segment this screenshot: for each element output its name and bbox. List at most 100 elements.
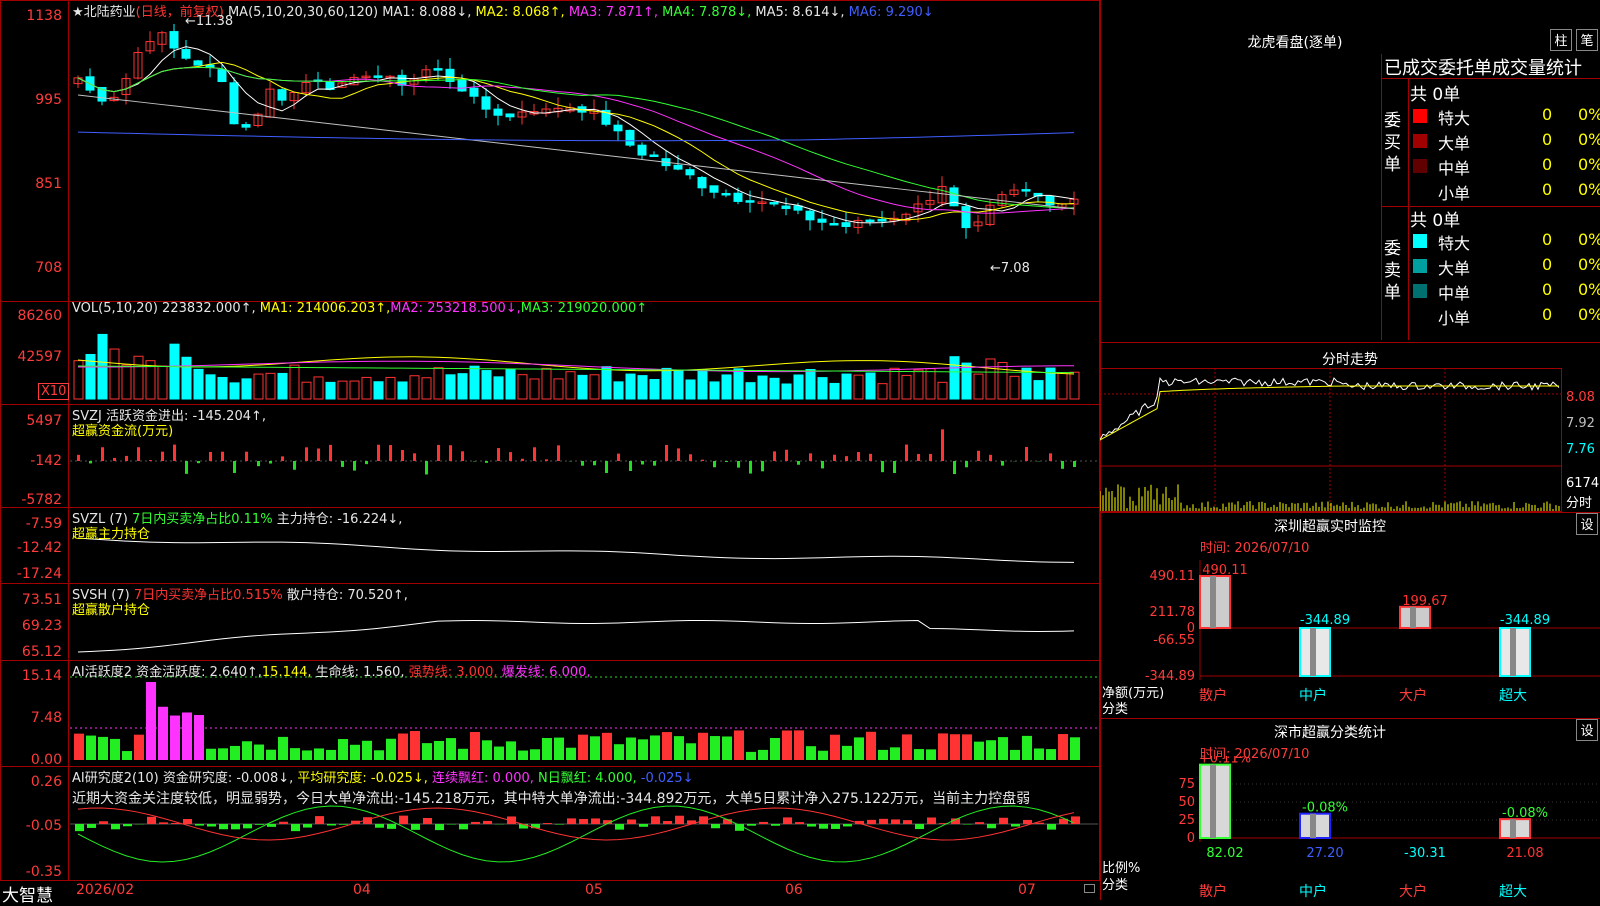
volume-bar (698, 369, 707, 399)
svzj-bar (101, 447, 104, 461)
activity-bar (782, 731, 792, 760)
volume-bar (470, 366, 479, 399)
classify-tick: 0 (1187, 831, 1195, 846)
svzj-bar (365, 461, 368, 464)
tick-mode-button[interactable]: 笔 (1576, 29, 1598, 51)
svzj-bar (677, 448, 680, 461)
price-low-marker: ←7.08 (990, 261, 1030, 276)
research-line (78, 806, 1074, 862)
activity-bar (926, 749, 936, 760)
svzj-bar (893, 461, 896, 473)
volume-bar (110, 349, 119, 399)
volume-bar (986, 359, 995, 399)
activity-bar (602, 733, 612, 760)
volume-bar (842, 374, 851, 399)
volume-bar (194, 369, 203, 399)
candle (494, 109, 502, 115)
research-bar (819, 824, 828, 829)
svzj-bar (305, 447, 308, 461)
order-count: 0 (1542, 105, 1552, 124)
candle (782, 206, 790, 208)
activity-bar (1046, 749, 1056, 760)
svzj-bar (1049, 453, 1052, 461)
svzj-bar (317, 449, 320, 461)
volume-bar (734, 369, 743, 399)
research-bar (399, 816, 408, 824)
research-bar (963, 824, 972, 825)
classify-chart[interactable]: 7550250+0.11%82.02散户-0.08%27.20中户-30.31大… (1100, 756, 1600, 900)
order-size-name: 小单 (1438, 180, 1470, 204)
order-count: 0 (1542, 305, 1552, 324)
monitor-tick: 490.11 (1150, 569, 1196, 584)
activity-bar (182, 712, 192, 760)
ma-line-60 (78, 95, 1074, 209)
volume-bar (602, 367, 611, 399)
monitor-chart[interactable]: 490.11211.780-66.55-344.89490.11散户-344.8… (1100, 550, 1600, 715)
activity-bar (734, 730, 744, 760)
activity-bar (1034, 748, 1044, 760)
ma6-value: MA6: 9.290↓ (849, 5, 934, 20)
svzj-bar (185, 461, 188, 474)
order-count: 0 (1542, 155, 1552, 174)
research-bar (555, 824, 564, 825)
ai2-tick: -0.05 (0, 818, 62, 834)
monitor-settings-button[interactable]: 设 (1576, 513, 1598, 535)
research-bar (327, 824, 336, 825)
activity-bar (158, 707, 168, 760)
classify-settings-button[interactable]: 设 (1576, 719, 1598, 741)
svzj-bar (401, 450, 404, 461)
svzj-sub: 超赢资金流(万元) (72, 420, 173, 439)
research-bar (435, 824, 444, 830)
candle (194, 61, 202, 65)
candle (842, 223, 850, 227)
activity-bar (482, 740, 492, 760)
svzj-bar (857, 452, 860, 461)
candle (1046, 196, 1054, 205)
ma2-value: MA2: 8.068↑, (476, 5, 565, 20)
lock-icon[interactable] (1084, 884, 1095, 893)
research-bar (615, 824, 624, 830)
research-bar (831, 824, 840, 829)
activity-bar (530, 749, 540, 760)
volume-bar (806, 370, 815, 399)
research-bar (387, 824, 396, 829)
activity-bar (230, 746, 240, 760)
ai1-tick: 0.00 (0, 752, 62, 768)
order-count: 0 (1542, 130, 1552, 149)
activity-bar (962, 734, 972, 760)
classify-value-label: 21.08 (1506, 846, 1543, 861)
monitor-tick: 211.78 (1150, 605, 1196, 620)
classify-category-label: 大户 (1399, 883, 1427, 900)
ma1-value: MA1: 8.088↓, (382, 5, 471, 20)
ma-line-120 (78, 132, 1074, 141)
research-bar (459, 824, 468, 829)
candle (626, 130, 634, 145)
research-bar (255, 824, 264, 825)
candle (722, 193, 730, 195)
vol-tick: 86260 (0, 308, 62, 324)
monitor-value-label: 199.67 (1402, 594, 1448, 609)
candle (614, 125, 622, 131)
bar-mode-button[interactable]: 柱 (1550, 29, 1572, 51)
research-bar (111, 824, 120, 829)
svzj-bar (701, 460, 704, 461)
sell-orders-label: 委卖单 (1384, 238, 1402, 304)
activity-bar (290, 748, 300, 760)
order-count: 0 (1542, 180, 1552, 199)
activity-bar (854, 737, 864, 760)
activity-bar (770, 738, 780, 760)
intraday-title: 分时走势 (1100, 349, 1600, 369)
research-bar (891, 819, 900, 824)
monitor-category-label: 大户 (1399, 687, 1427, 704)
activity-bar (950, 734, 960, 760)
activity-bar (566, 748, 576, 760)
svzj-bar (1001, 461, 1004, 466)
order-color-swatch (1413, 109, 1427, 123)
order-size-name: 特大 (1438, 230, 1470, 254)
volume-bar (650, 380, 659, 399)
candle (806, 211, 814, 220)
intraday-chart[interactable] (1100, 368, 1562, 512)
stock-name[interactable]: ★北陆药业 (72, 5, 136, 20)
main-chart-svg (0, 0, 1100, 900)
activity-bar (818, 751, 828, 760)
